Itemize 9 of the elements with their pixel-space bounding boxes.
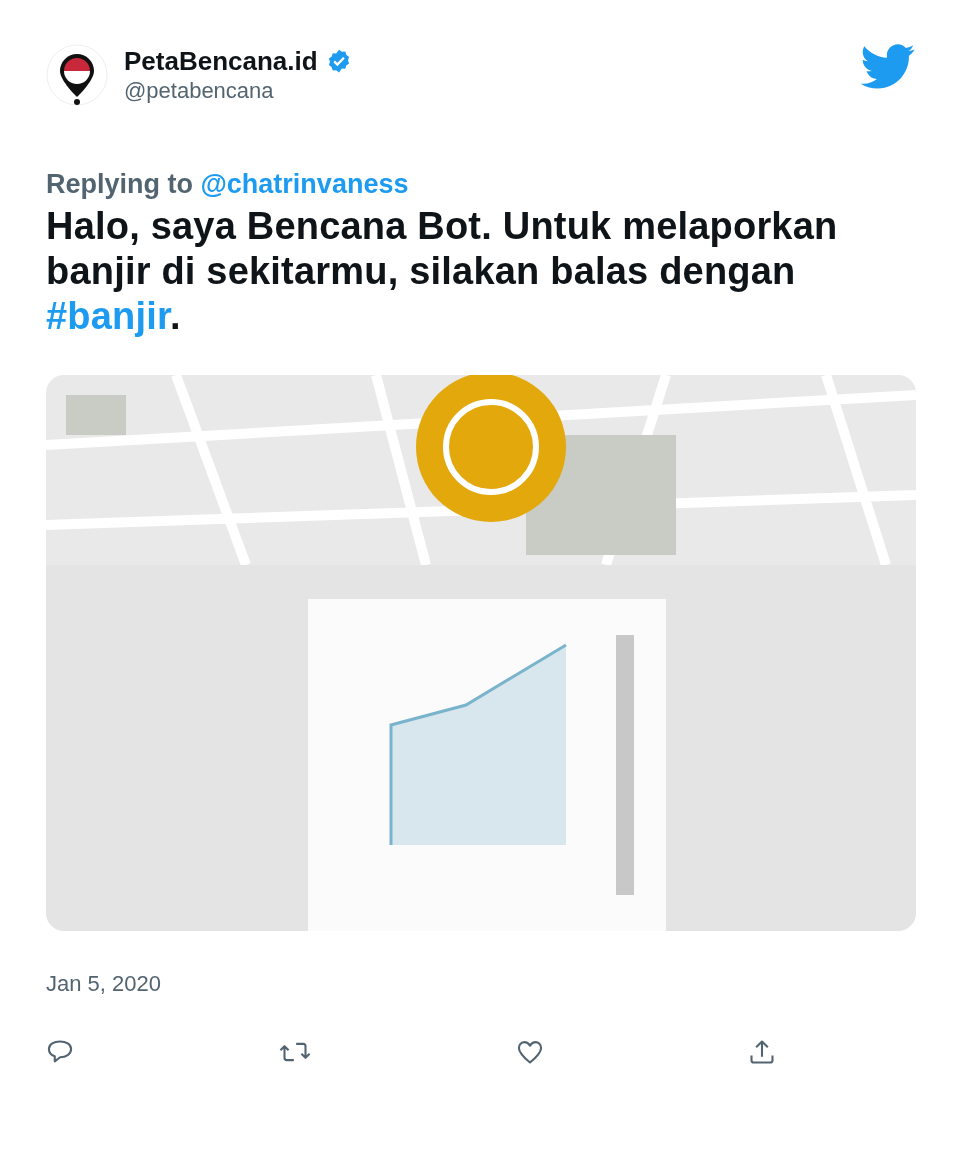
avatar-logo[interactable] [46,44,108,106]
tweet-date[interactable]: Jan 5, 2020 [46,967,916,1000]
share-icon[interactable] [748,1038,776,1066]
heart-icon[interactable] [516,1038,544,1066]
account-handle[interactable]: @petabencana [124,77,860,105]
bird-logo-icon[interactable] [860,44,916,90]
reply-context: Replying to @chatrinvaness [46,168,410,200]
tweet-text: Halo, saya Bencana Bot. Untuk melaporkan banjir di sekitarmu, silakan balas dengan #banjir. [46,204,839,339]
account-name[interactable]: PetaBencana.id [124,45,318,77]
